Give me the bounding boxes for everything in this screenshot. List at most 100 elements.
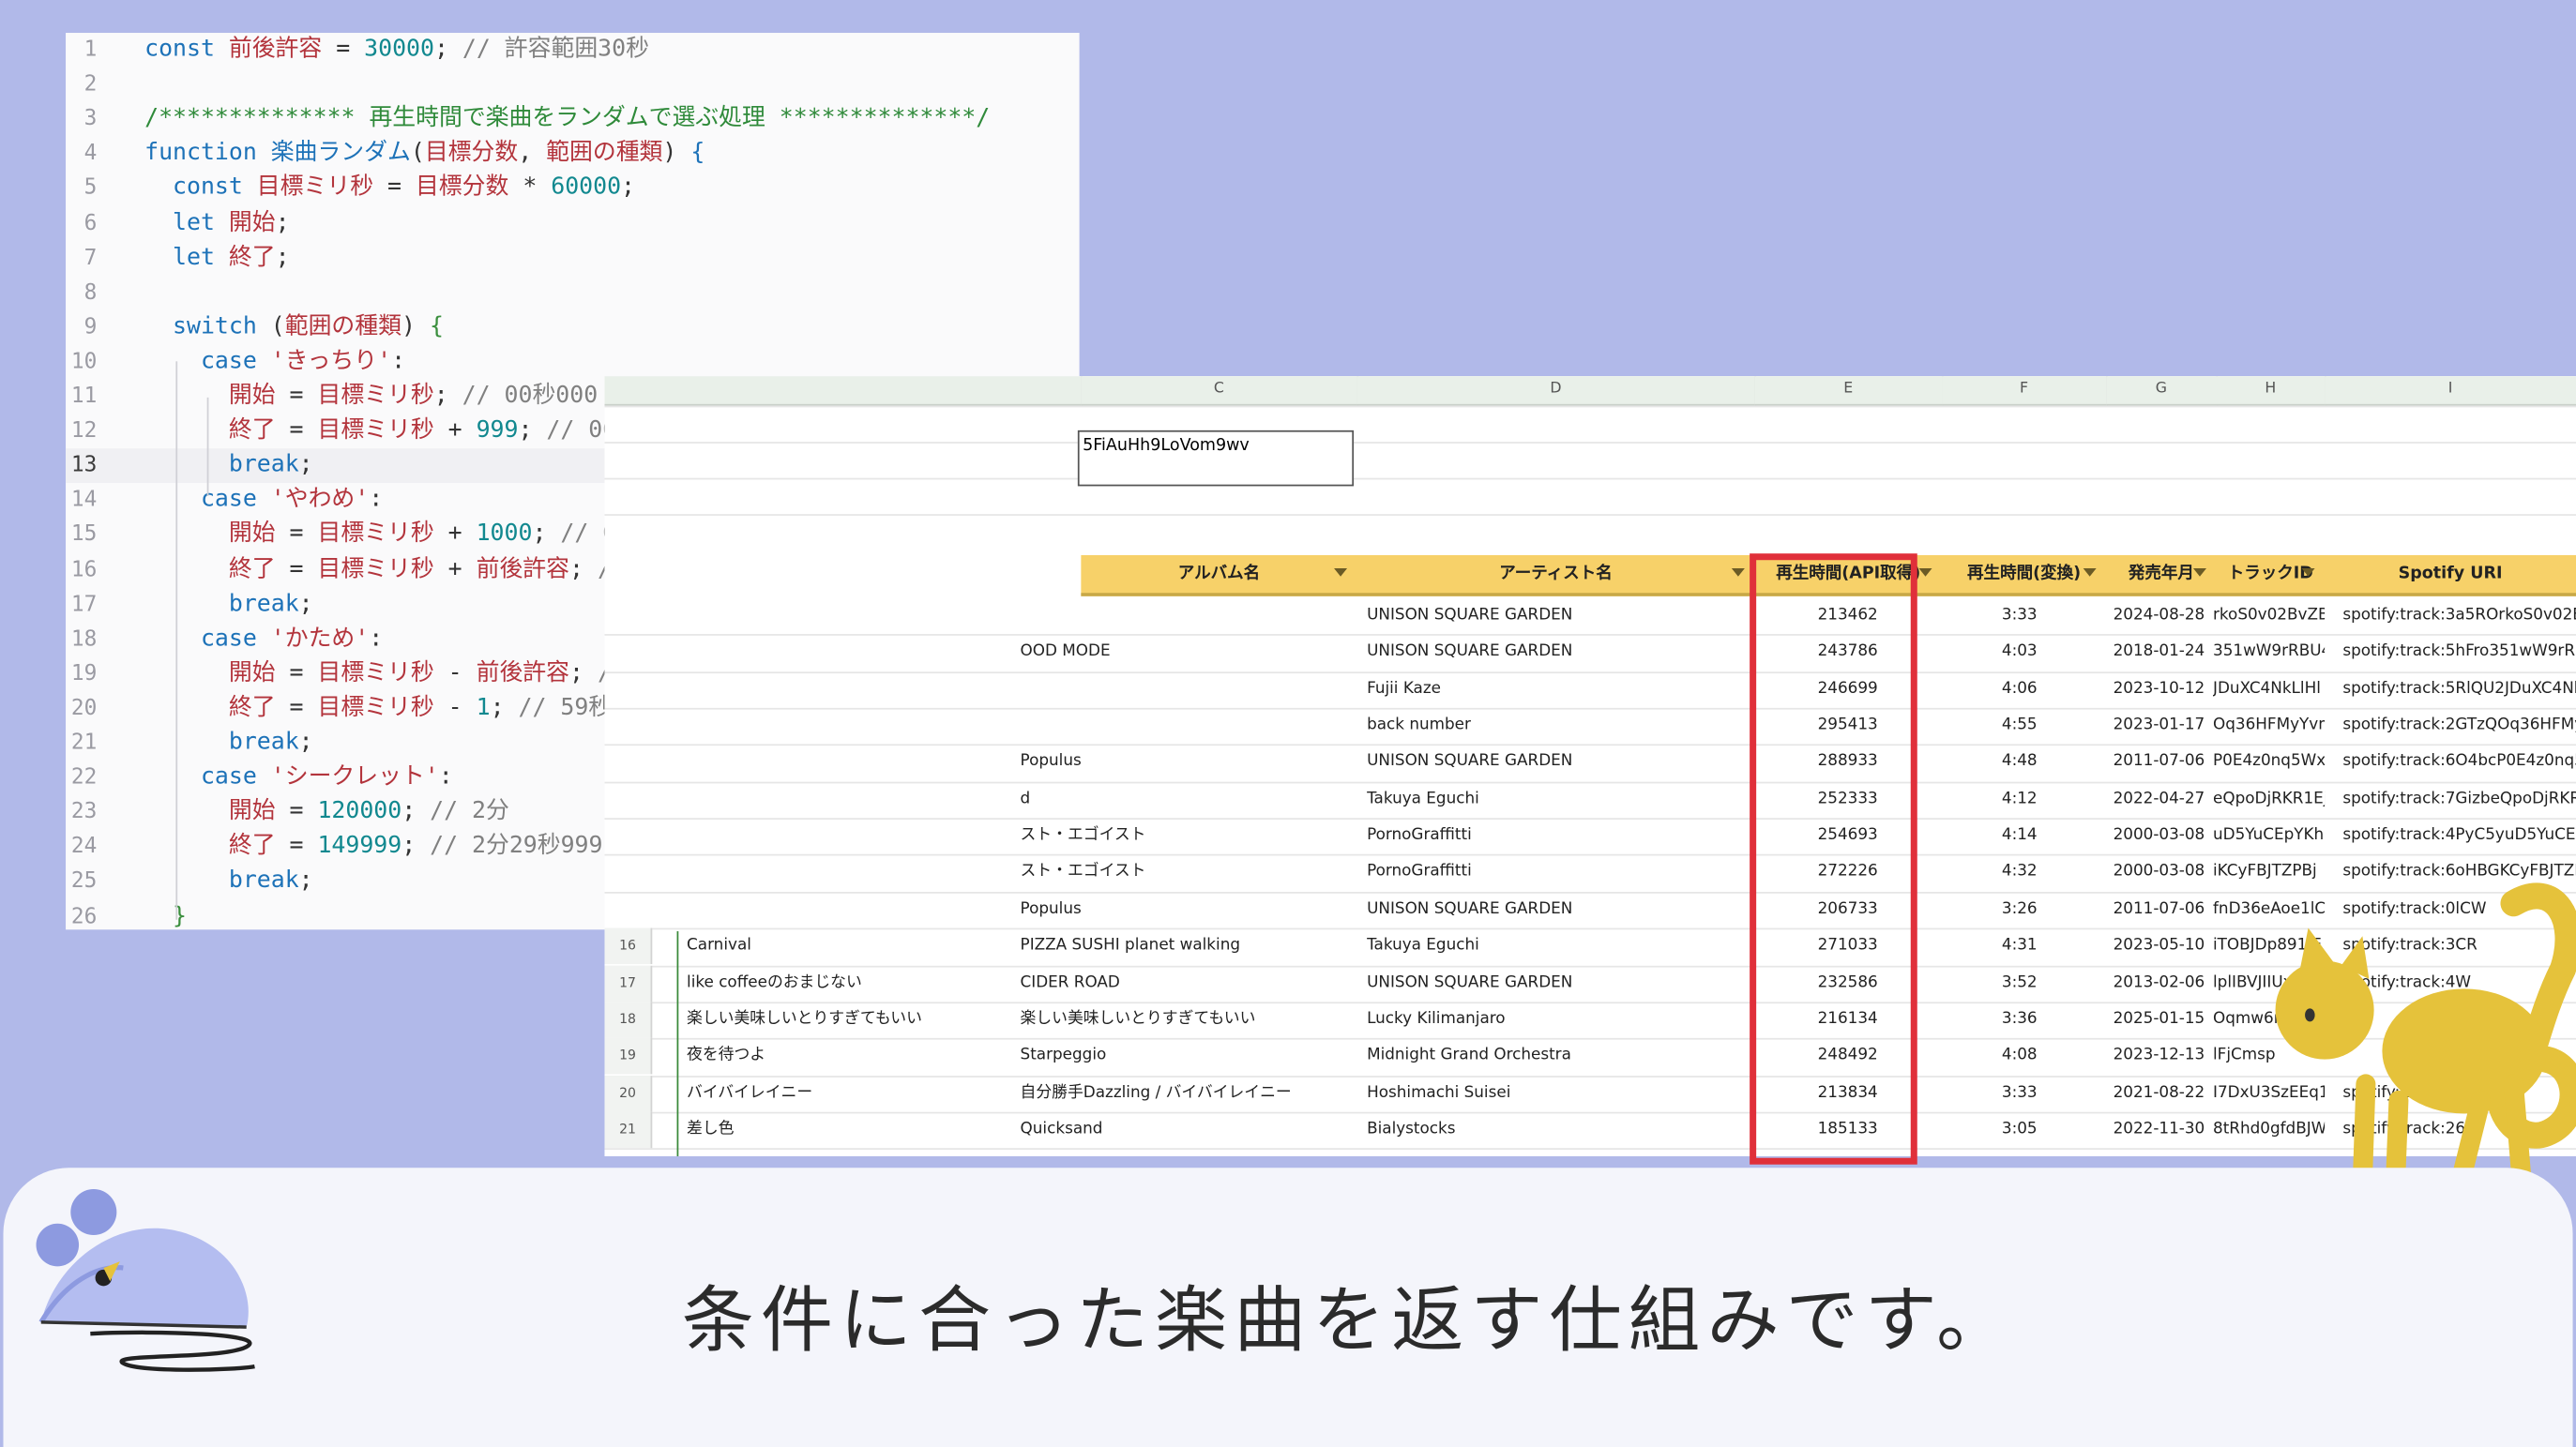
cell-date[interactable]: 2023-05-10 [2106, 928, 2205, 965]
cell-date[interactable]: 2013-02-06 [2106, 965, 2205, 1002]
column-header[interactable]: アーティスト名 [1357, 555, 1755, 593]
cell-artist[interactable]: Takuya Eguchi [1367, 781, 1745, 818]
cell-artist[interactable]: Bialystocks [1367, 1112, 1745, 1149]
cell-album[interactable]: Quicksand [1021, 1112, 1357, 1149]
cell-date[interactable]: 2000-03-08 [2106, 818, 2205, 854]
cell-artist[interactable]: UNISON SQUARE GARDEN [1367, 635, 1745, 671]
cell-artist[interactable]: Hoshimachi Suisei [1367, 1075, 1745, 1111]
cell-date[interactable]: 2023-12-13 [2106, 1038, 2205, 1075]
selected-input-cell[interactable]: 5FiAuHh9LoVom9wv [1077, 430, 1355, 487]
cell-artist[interactable]: Midnight Grand Orchestra [1367, 1038, 1745, 1075]
cell-title[interactable]: 楽しい美味しいとりすぎてもいい [687, 1002, 1008, 1038]
code-line[interactable]: 4 function 楽曲ランダム(目標分数, 範囲の種類) { [66, 137, 1080, 172]
cell-dur[interactable]: 4:55 [1942, 708, 2038, 745]
column-letter[interactable]: F [1942, 376, 2108, 406]
cell-tid[interactable]: Oq36HFMyYvm [2213, 708, 2325, 745]
cell-album[interactable]: Populus [1021, 745, 1357, 781]
cell-artist[interactable]: UNISON SQUARE GARDEN [1367, 892, 1745, 928]
column-header[interactable]: アルバム名 [1081, 555, 1356, 593]
cell-title[interactable]: 差し色 [687, 1112, 1008, 1149]
cell-tid[interactable]: eQpoDjRKR1Ej [2213, 781, 2325, 818]
cell-album[interactable]: 自分勝手Dazzling / バイバイレイニー [1021, 1075, 1357, 1111]
column-letter[interactable]: H [2216, 376, 2326, 406]
cell-album[interactable]: OOD MODE [1021, 635, 1357, 671]
code-line[interactable]: 10 case 'きっちり': [66, 345, 1080, 380]
row-number[interactable]: 16 [604, 927, 653, 965]
cell-title[interactable]: like coffeeのおまじない [687, 965, 1008, 1002]
cell-tid[interactable]: P0E4z0nq5Wxl [2213, 745, 2325, 781]
cell-dur[interactable]: 4:03 [1942, 635, 2038, 671]
filter-icon[interactable] [2192, 567, 2206, 577]
cell-uri[interactable]: spotify:track:5hFro351wW9rRBU [2342, 635, 2576, 671]
cell-album[interactable]: スト・エゴイスト [1021, 818, 1357, 854]
code-line[interactable]: 2 [66, 68, 1080, 102]
cell-artist[interactable]: Lucky Kilimanjaro [1367, 1002, 1745, 1038]
cell-dur[interactable]: 3:33 [1942, 1075, 2038, 1111]
filter-icon[interactable] [1731, 567, 1745, 577]
cell-dur[interactable]: 4:08 [1942, 1038, 2038, 1075]
cell-dur[interactable]: 4:06 [1942, 671, 2038, 708]
cell-album[interactable]: 楽しい美味しいとりすぎてもいい [1021, 1002, 1357, 1038]
cell-date[interactable]: 2021-08-22 [2106, 1075, 2205, 1111]
cell-dur[interactable]: 4:31 [1942, 928, 2038, 965]
cell-date[interactable]: 2018-01-24 [2106, 635, 2205, 671]
filter-icon[interactable] [2083, 567, 2097, 577]
code-line[interactable]: 1 const 前後許容 = 30000; // 許容範囲30秒 [66, 33, 1080, 68]
code-line[interactable]: 7 let 終了; [66, 241, 1080, 276]
cell-title[interactable]: 夜を待つよ [687, 1038, 1008, 1075]
cell-artist[interactable]: back number [1367, 708, 1745, 745]
row-number[interactable]: 18 [604, 1002, 653, 1038]
column-header[interactable]: Spotify URI [2325, 555, 2576, 593]
cell-dur[interactable]: 3:33 [1942, 598, 2038, 635]
cell-title[interactable]: バイバイレイニー [687, 1075, 1008, 1111]
cell-artist[interactable]: UNISON SQUARE GARDEN [1367, 598, 1745, 635]
cell-artist[interactable]: UNISON SQUARE GARDEN [1367, 965, 1745, 1002]
cell-artist[interactable]: Takuya Eguchi [1367, 928, 1745, 965]
cell-tid[interactable]: uD5YuCEpYKh [2213, 818, 2325, 854]
row-number[interactable]: 20 [604, 1075, 653, 1111]
cell-artist[interactable]: PornoGraffitti [1367, 854, 1745, 891]
filter-icon[interactable] [2301, 567, 2315, 577]
code-line[interactable]: 8 [66, 276, 1080, 310]
cell-title[interactable]: Carnival [687, 928, 1008, 965]
cell-album[interactable]: Starpeggio [1021, 1038, 1357, 1075]
cell-date[interactable]: 2023-01-17 [2106, 708, 2205, 745]
cell-date[interactable]: 2024-08-28 [2106, 598, 2205, 635]
row-number[interactable]: 17 [604, 964, 653, 1002]
cell-album[interactable]: d [1021, 781, 1357, 818]
cell-tid[interactable]: 351wW9rRBU4l [2213, 635, 2325, 671]
column-letter[interactable]: E [1754, 376, 1944, 406]
cell-uri[interactable]: spotify:track:6O4bcP0E4z0nq5W [2342, 745, 2576, 781]
cell-date[interactable]: 2011-07-06 [2106, 745, 2205, 781]
code-line[interactable]: 9 switch (範囲の種類) { [66, 310, 1080, 345]
cell-album[interactable]: Populus [1021, 892, 1357, 928]
cell-date[interactable]: 2023-10-12 [2106, 671, 2205, 708]
cell-uri[interactable]: spotify:track:5RlQU2JDuXC4NkLl [2342, 671, 2576, 708]
cell-dur[interactable]: 4:48 [1942, 745, 2038, 781]
cell-uri[interactable]: spotify:track:4PyC5yuD5YuCEpY [2342, 818, 2576, 854]
cell-dur[interactable]: 3:52 [1942, 965, 2038, 1002]
cell-artist[interactable]: Fujii Kaze [1367, 671, 1745, 708]
filter-icon[interactable] [1918, 567, 1932, 577]
cell-uri[interactable]: spotify:track:3a5ROrkoS0v02BvZ [2342, 598, 2576, 635]
cell-album[interactable]: CIDER ROAD [1021, 965, 1357, 1002]
cell-dur[interactable]: 4:12 [1942, 781, 2038, 818]
cell-tid[interactable]: rkoS0v02BvZB [2213, 598, 2325, 635]
cell-uri[interactable]: spotify:track:2GTzQOq36HFMyYv [2342, 708, 2576, 745]
cell-date[interactable]: 2011-07-06 [2106, 892, 2205, 928]
cell-date[interactable]: 2000-03-08 [2106, 854, 2205, 891]
cell-artist[interactable]: UNISON SQUARE GARDEN [1367, 745, 1745, 781]
cell-dur[interactable]: 3:36 [1942, 1002, 2038, 1038]
column-letter[interactable]: I [2325, 376, 2576, 406]
column-letter[interactable]: G [2106, 376, 2219, 406]
cell-dur[interactable]: 3:05 [1942, 1112, 2038, 1149]
column-letter[interactable]: C [1081, 376, 1359, 406]
filter-icon[interactable] [1334, 567, 1348, 577]
column-header[interactable]: 再生時間(変換) [1942, 555, 2106, 593]
cell-date[interactable]: 2022-11-30 [2106, 1112, 2205, 1149]
cell-dur[interactable]: 3:26 [1942, 892, 2038, 928]
cell-date[interactable]: 2022-04-27 [2106, 781, 2205, 818]
cell-album[interactable]: PIZZA SUSHI planet walking [1021, 928, 1357, 965]
cell-artist[interactable]: PornoGraffitti [1367, 818, 1745, 854]
cell-tid[interactable]: JDuXC4NkLlHl [2213, 671, 2325, 708]
